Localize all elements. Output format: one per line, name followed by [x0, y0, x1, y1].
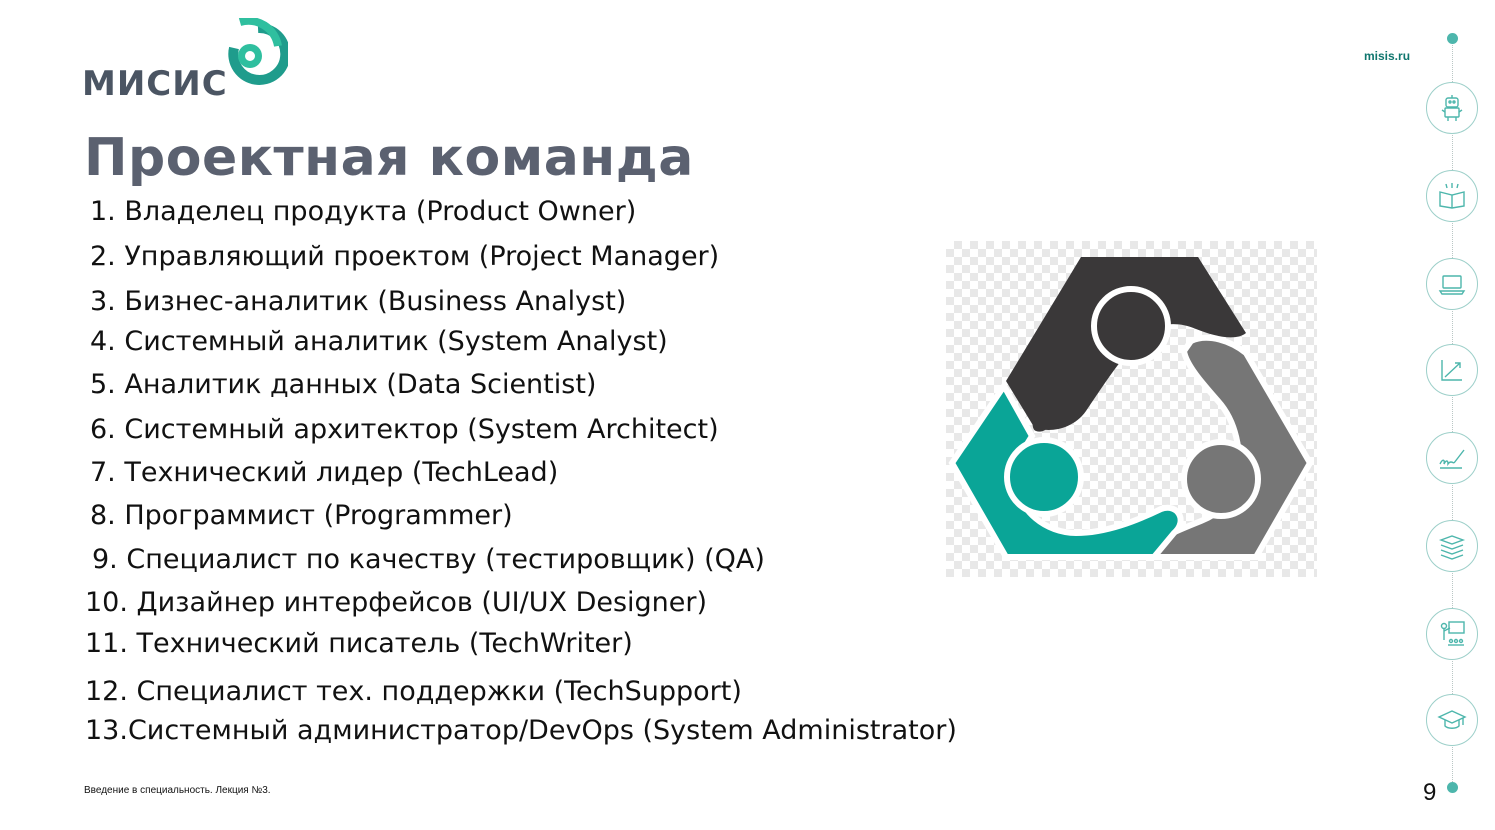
- list-item: 13.Системный администратор/DevOps (Syste…: [85, 715, 957, 746]
- robot-icon[interactable]: [1426, 82, 1478, 134]
- list-item: 9. Специалист по качеству (тестировщик) …: [92, 544, 765, 575]
- page-number: 9: [1423, 779, 1437, 806]
- right-rail: [1426, 30, 1480, 800]
- rail-divider: [1452, 42, 1453, 790]
- list-item: 8. Программист (Programmer): [90, 500, 513, 531]
- rail-top-dot: [1447, 33, 1458, 44]
- list-item: 4. Системный аналитик (System Analyst): [90, 326, 668, 357]
- page-title: Проектная команда: [84, 128, 694, 188]
- list-item: 1. Владелец продукта (Product Owner): [90, 196, 637, 227]
- list-item: 7. Технический лидер (TechLead): [90, 457, 559, 488]
- books-stack-icon[interactable]: [1426, 520, 1478, 572]
- misis-logo: МИСИС: [82, 18, 288, 108]
- site-link[interactable]: misis.ru: [1364, 49, 1410, 63]
- list-item: 3. Бизнес-аналитик (Business Analyst): [90, 286, 627, 317]
- teacher-icon[interactable]: [1426, 608, 1478, 660]
- rail-bottom-dot: [1447, 782, 1458, 793]
- chart-icon[interactable]: [1426, 344, 1478, 396]
- book-icon[interactable]: [1426, 170, 1478, 222]
- signature-icon[interactable]: [1426, 432, 1478, 484]
- graduation-cap-icon[interactable]: [1426, 694, 1478, 746]
- list-item: 10. Дизайнер интерфейсов (UI/UX Designer…: [85, 587, 708, 618]
- list-item: 5. Аналитик данных (Data Scientist): [90, 369, 597, 400]
- laptop-icon[interactable]: [1426, 258, 1478, 310]
- team-people-icon: [948, 257, 1314, 560]
- list-item: 2. Управляющий проектом (Project Manager…: [90, 241, 720, 272]
- list-item: 12. Специалист тех. поддержки (TechSuppo…: [85, 676, 742, 707]
- logo-mark-icon: [228, 18, 288, 85]
- list-item: 6. Системный архитектор (System Architec…: [90, 414, 719, 445]
- list-item: 11. Технический писатель (TechWriter): [85, 628, 633, 659]
- footer-caption: Введение в специальность. Лекция №3.: [84, 785, 271, 796]
- team-picture: [946, 241, 1317, 577]
